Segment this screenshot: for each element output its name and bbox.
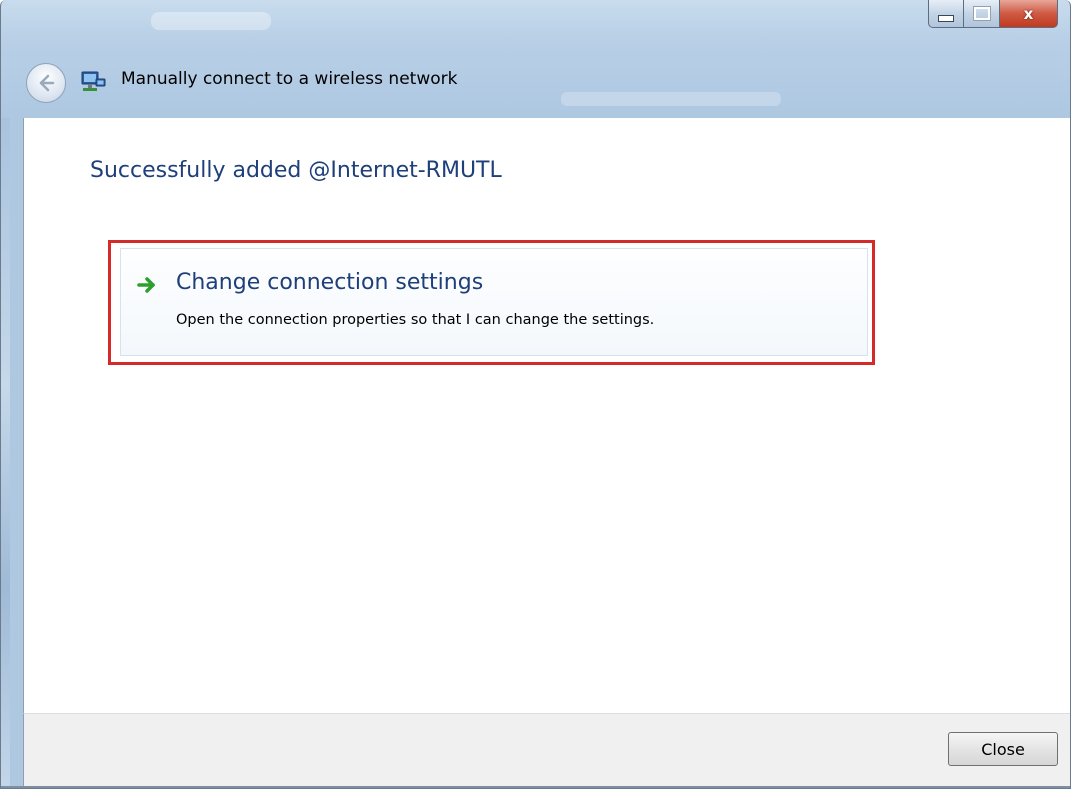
minimize-icon bbox=[938, 15, 954, 22]
maximize-icon bbox=[972, 6, 991, 21]
close-window-button[interactable]: x bbox=[1000, 0, 1058, 28]
window-frame-left bbox=[1, 118, 10, 788]
dialog-footer: Close bbox=[23, 713, 1070, 788]
window-frame-bottom bbox=[1, 786, 1070, 788]
titlebar-background-blur bbox=[561, 92, 781, 106]
minimize-button[interactable] bbox=[928, 0, 964, 28]
close-button[interactable]: Close bbox=[948, 732, 1058, 766]
page-heading: Successfully added @Internet-RMUTL bbox=[90, 158, 502, 183]
back-button[interactable] bbox=[26, 63, 66, 103]
back-arrow-icon bbox=[39, 74, 55, 92]
highlight-box bbox=[108, 240, 875, 365]
titlebar-background-blur bbox=[151, 12, 271, 30]
content-area: Successfully added @Internet-RMUTL Chang… bbox=[23, 118, 1070, 713]
network-icon bbox=[81, 71, 106, 91]
window-title: Manually connect to a wireless network bbox=[121, 69, 458, 89]
dialog-window: x Manually connect to a wireless network… bbox=[0, 0, 1071, 789]
maximize-button[interactable] bbox=[964, 0, 1000, 28]
close-icon: x bbox=[1023, 4, 1034, 23]
caption-buttons: x bbox=[928, 0, 1058, 28]
